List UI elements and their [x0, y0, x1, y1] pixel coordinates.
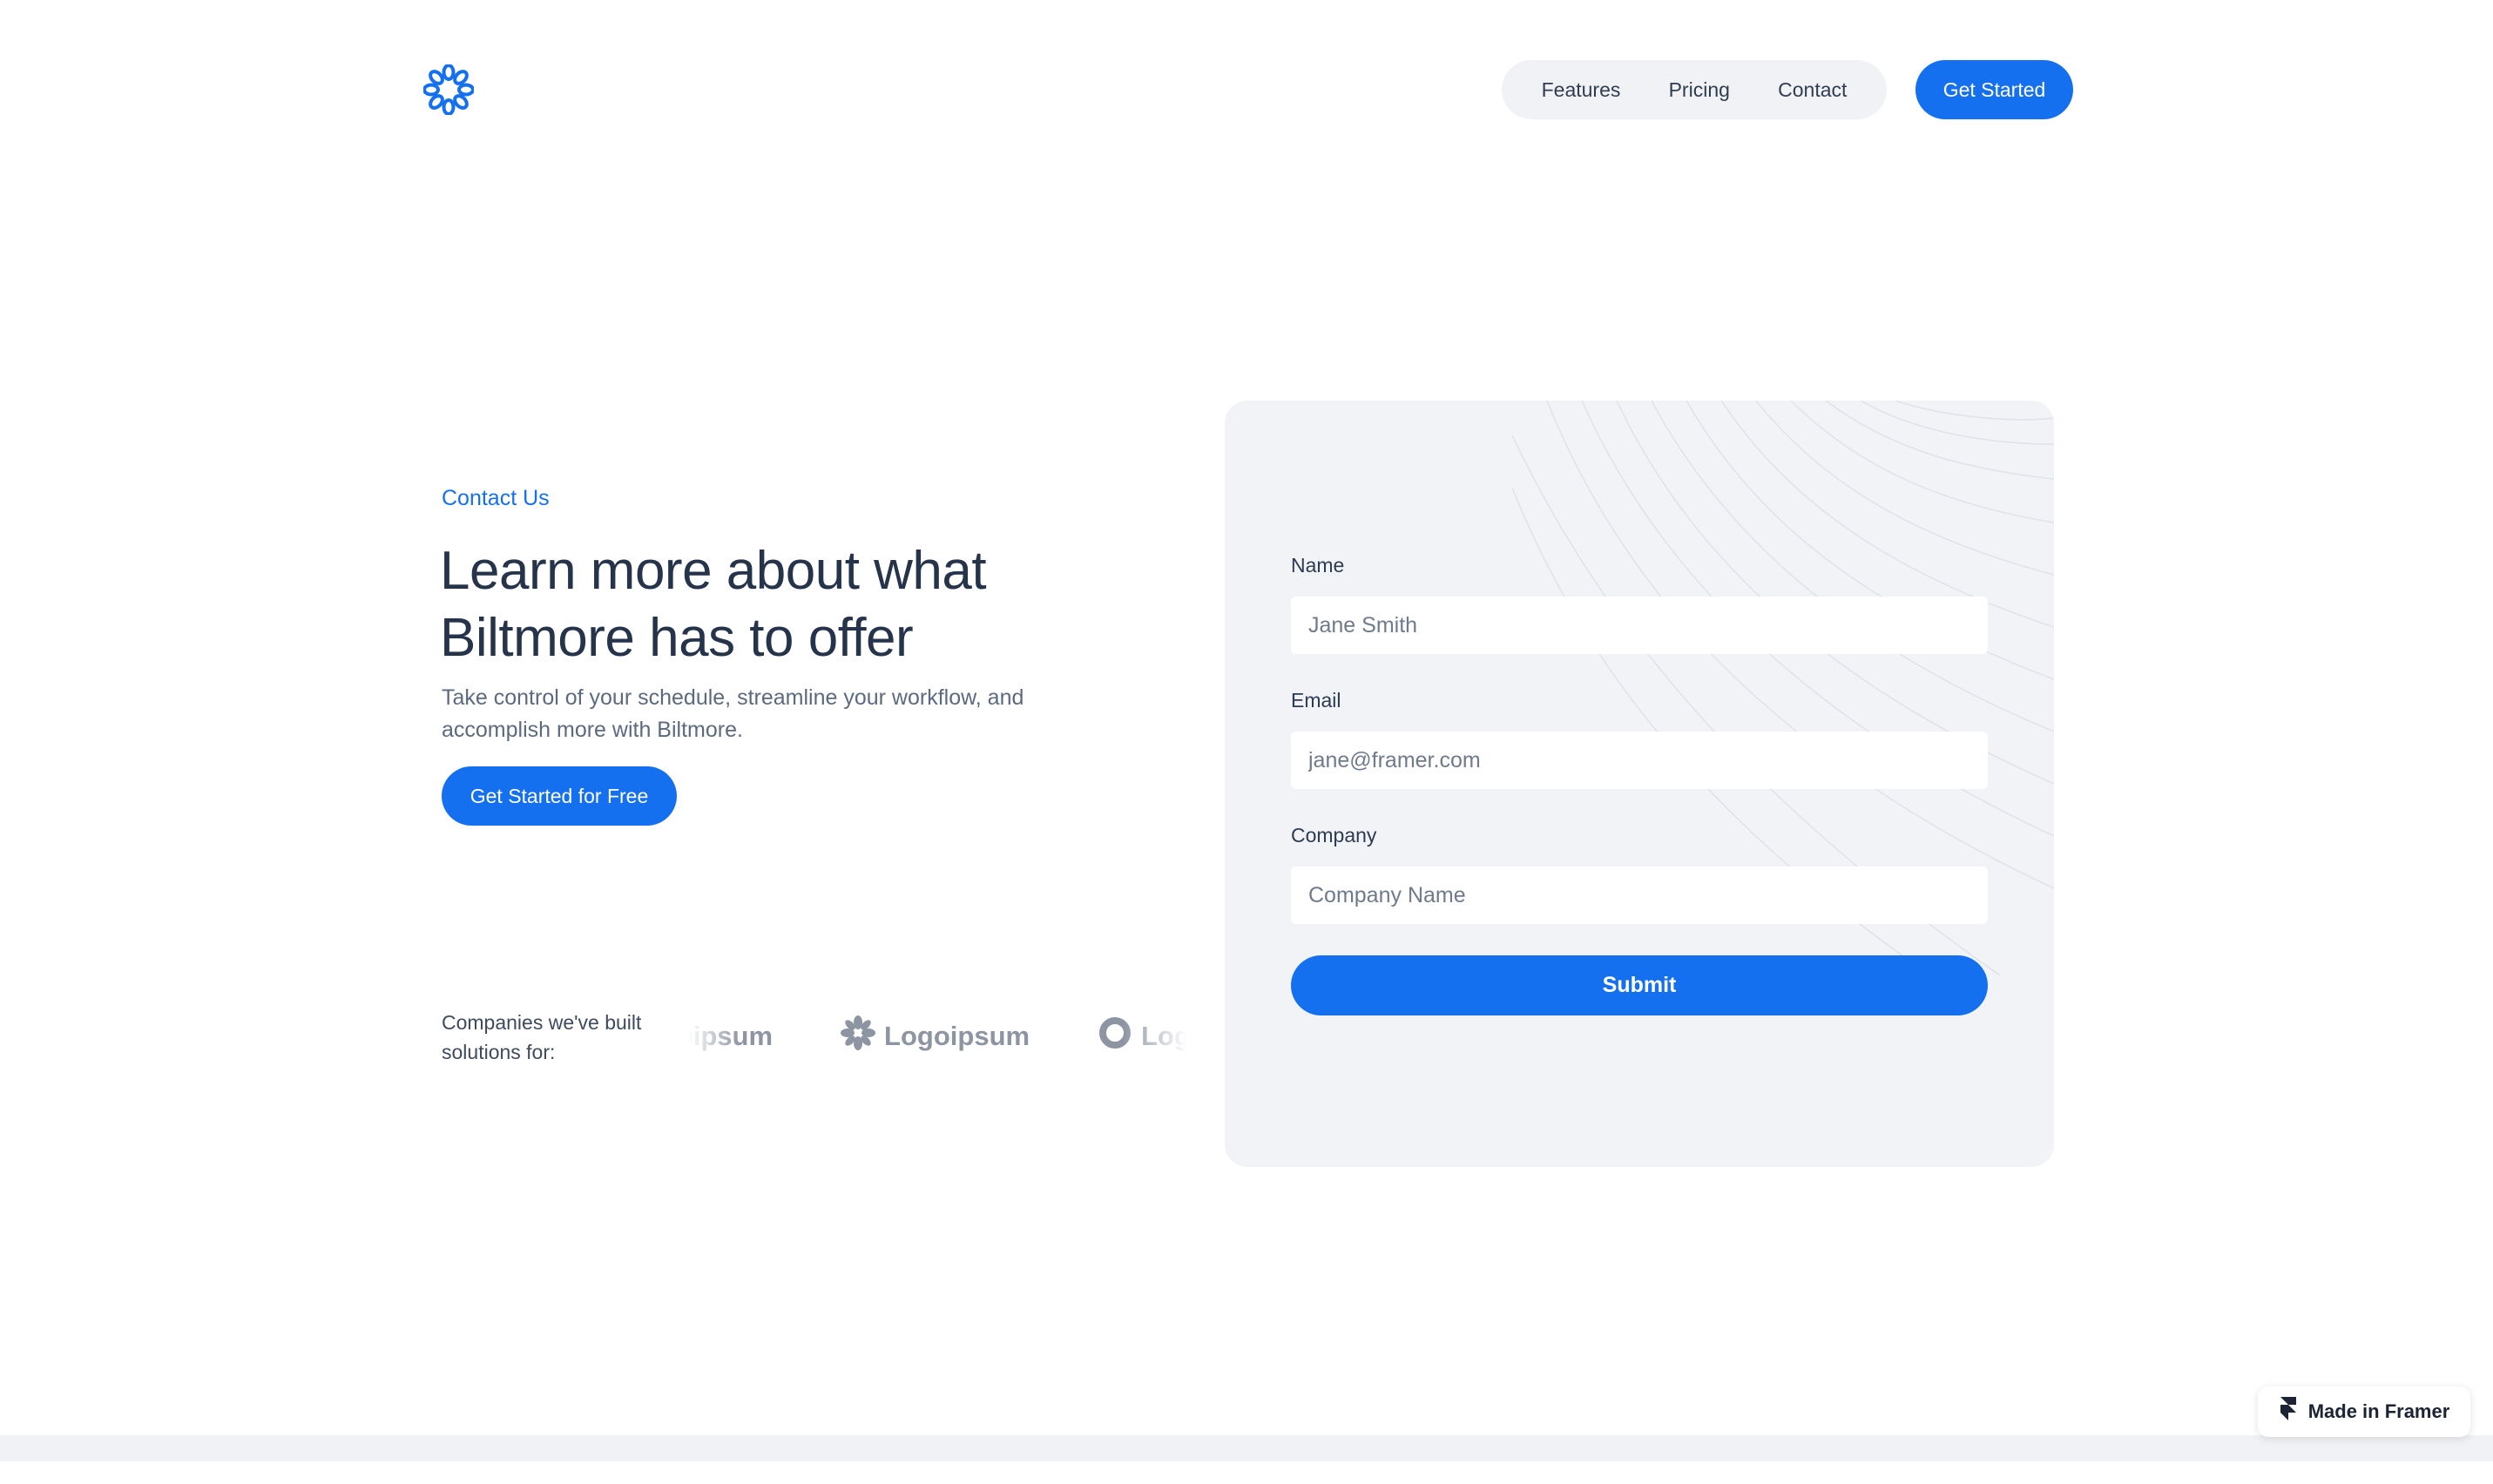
section-eyebrow: Contact Us: [442, 486, 550, 510]
get-started-button[interactable]: Get Started: [1915, 60, 2073, 119]
companies-caption: Companies we've built solutions for:: [442, 1008, 668, 1067]
nav-contact[interactable]: Contact: [1778, 78, 1847, 102]
subtext-line-1: Take control of your schedule, streamlin…: [442, 685, 1024, 710]
badge-label: Made in Framer: [2307, 1400, 2450, 1422]
client-logo: Logoipsum: [688, 1015, 773, 1057]
client-logo-label: Logoipsum: [688, 1021, 774, 1051]
client-logo: Logoipsum: [841, 1015, 1030, 1057]
nav-features[interactable]: Features: [1542, 78, 1621, 102]
client-logo: Logoipsum: [1098, 1015, 1187, 1057]
headline-line-1: Learn more about what: [440, 541, 987, 601]
company-field[interactable]: [1291, 867, 1988, 924]
page-title: Learn more about what Biltmore has to of…: [440, 537, 1102, 671]
get-started-free-button[interactable]: Get Started for Free: [442, 766, 677, 826]
subtext-line-2: accomplish more with Biltmore.: [442, 718, 743, 742]
nav-pricing[interactable]: Pricing: [1669, 78, 1730, 102]
made-in-framer-badge[interactable]: Made in Framer: [2258, 1386, 2470, 1437]
name-label: Name: [1291, 554, 1345, 577]
companies-line-2: solutions for:: [442, 1041, 556, 1063]
pinwheel-logo-icon: [841, 1015, 876, 1057]
footer-strip: [0, 1435, 2493, 1461]
framer-icon: [2279, 1397, 2298, 1427]
main-nav: Features Pricing Contact: [1502, 60, 1887, 119]
company-label: Company: [1291, 824, 1377, 847]
client-logo-label: Logoipsum: [1141, 1021, 1187, 1051]
client-logo-label: Logoipsum: [884, 1021, 1030, 1051]
hero-subtext: Take control of your schedule, streamlin…: [442, 682, 1104, 746]
companies-line-1: Companies we've built: [442, 1011, 642, 1034]
contact-form-card: Name Email Company Submit: [1225, 401, 2054, 1167]
flower-logo-icon[interactable]: [422, 64, 475, 116]
email-field[interactable]: [1291, 732, 1988, 789]
page: Features Pricing Contact Get Started Con…: [0, 0, 2493, 1484]
submit-button[interactable]: Submit: [1291, 955, 1988, 1015]
headline-line-2: Biltmore has to offer: [440, 608, 914, 668]
name-field[interactable]: [1291, 597, 1988, 654]
ring-logo-icon: [1098, 1015, 1132, 1057]
client-logo-marquee: Logoipsum: [688, 1002, 1187, 1071]
email-label: Email: [1291, 689, 1341, 712]
